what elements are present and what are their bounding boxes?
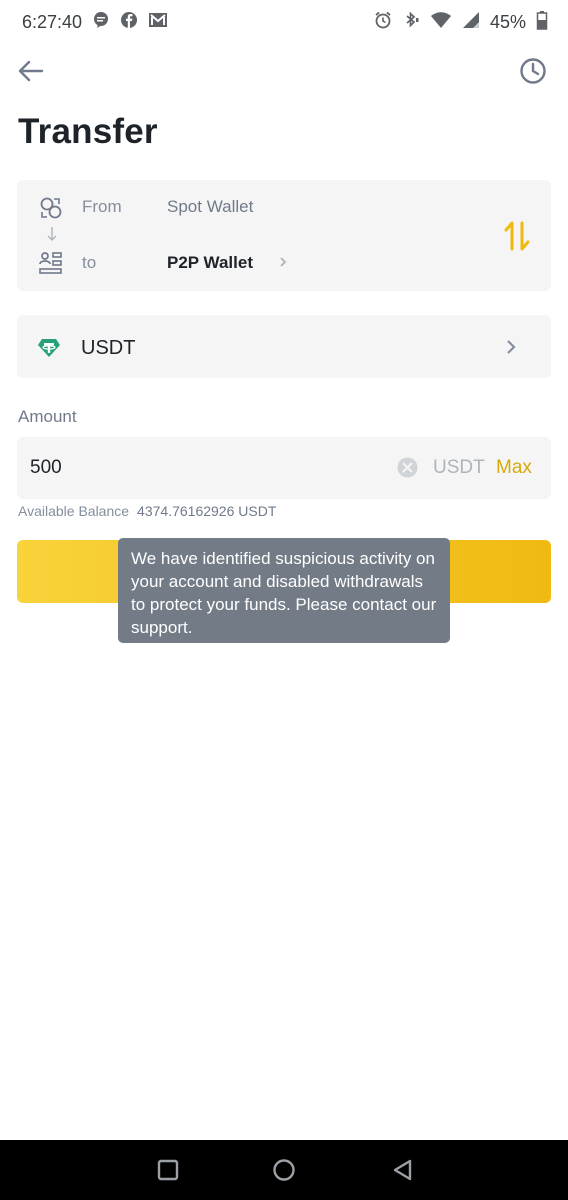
chevron-right-icon[interactable] [278,255,288,269]
gmail-icon [148,11,168,34]
from-wallet-value: Spot Wallet [167,197,254,216]
swap-wallets-button[interactable] [503,220,531,252]
amount-unit: USDT [433,457,485,478]
to-wallet-value: P2P Wallet [167,253,253,272]
wifi-icon [430,11,452,34]
available-balance: Available Balance 4374.76162926 USDT [18,503,276,519]
signal-icon [462,11,480,34]
tether-icon [38,339,60,357]
home-circle-icon[interactable] [272,1158,296,1182]
back-button[interactable] [16,56,46,86]
page-title: Transfer [18,112,158,151]
battery-percent: 45% [489,11,526,32]
amount-label: Amount [18,407,77,426]
back-triangle-icon[interactable] [391,1158,415,1182]
back-arrow-icon [18,60,44,82]
status-right: 45% [374,10,548,35]
down-arrow-icon [47,227,57,241]
history-clock-icon [520,58,546,84]
battery-icon [536,10,548,35]
amount-value[interactable]: 500 [30,457,62,479]
coin-name: USDT [81,337,136,359]
history-button[interactable] [518,56,548,86]
swap-arrows-icon [504,221,530,251]
error-toast: We have identified suspicious activity o… [118,538,450,643]
from-label: From [82,197,122,216]
p2p-wallet-icon [39,252,62,274]
system-nav-bar [0,1140,568,1200]
chevron-right-icon [507,340,516,354]
status-left: 6:27:40 [22,11,168,34]
to-wallet-row[interactable]: to P2P Wallet [0,243,440,283]
bluetooth-icon [402,10,420,34]
balance-value: 4374.76162926 USDT [137,503,277,519]
alarm-icon [374,11,392,34]
balance-label: Available Balance [18,503,130,519]
facebook-icon [120,11,138,34]
status-time: 6:27:40 [22,11,83,32]
spot-wallet-icon [40,197,62,219]
status-bar: 6:27:40 45% [0,0,568,44]
top-nav [0,48,568,92]
chat-bubble-icon [92,11,110,34]
max-button[interactable]: Max [496,457,532,479]
recents-square-icon[interactable] [156,1158,180,1182]
clear-icon[interactable] [397,457,418,478]
from-wallet-row[interactable]: From Spot Wallet [0,187,440,227]
to-label: to [82,253,97,272]
